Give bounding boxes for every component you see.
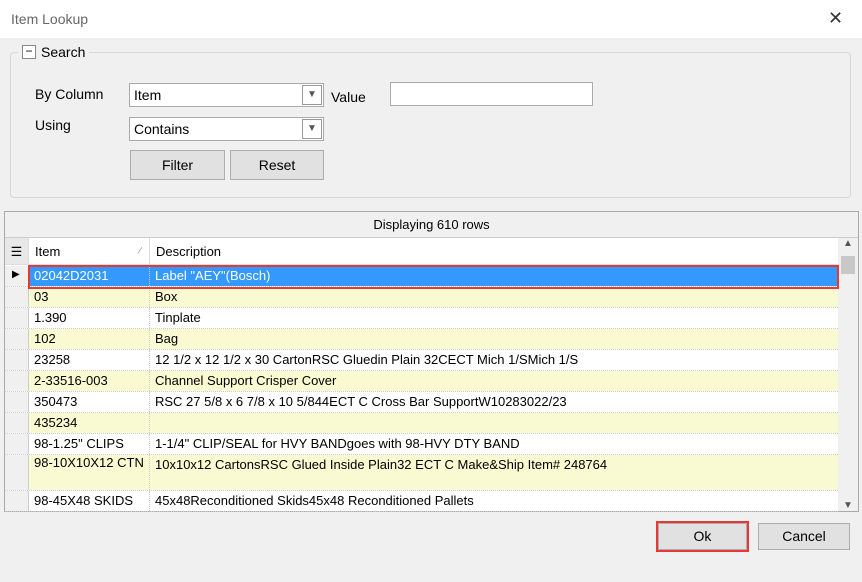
- table-row[interactable]: 350473 RSC 27 5/8 x 6 7/8 x 10 5/844ECT C…: [5, 392, 838, 413]
- item-cell: 98-1.25" CLIPS: [29, 434, 150, 454]
- description-cell: RSC 27 5/8 x 6 7/8 x 10 5/844ECT C Cross…: [155, 394, 567, 409]
- row-selector[interactable]: [5, 329, 29, 349]
- row-selector[interactable]: ▶: [5, 266, 29, 286]
- item-cell: 102: [29, 329, 150, 349]
- description-cell: Bag: [150, 329, 838, 349]
- table-row[interactable]: 1.390 Tinplate: [5, 308, 838, 329]
- description-cell: 10x10x12 CartonsRSC Glued Inside Plain32…: [150, 455, 838, 490]
- item-cell: 350473: [29, 392, 150, 412]
- search-group-header: − Search: [18, 44, 90, 60]
- row-selector[interactable]: [5, 455, 29, 490]
- selected-row-highlight: [28, 265, 839, 289]
- using-select[interactable]: Contains ▼: [129, 117, 324, 141]
- scroll-up-icon[interactable]: ▲: [838, 238, 858, 256]
- results-grid: Displaying 610 rows ☰ Item ⁄ Description …: [4, 211, 859, 512]
- table-row[interactable]: 03 Box: [5, 287, 838, 308]
- description-cell: 1-1/4" CLIP/SEAL for HVY BANDgoes with 9…: [155, 436, 520, 451]
- scroll-down-icon[interactable]: ▼: [838, 500, 858, 511]
- column-headers: ☰ Item ⁄ Description: [5, 238, 838, 265]
- item-cell: 435234: [29, 413, 150, 433]
- grid-status: Displaying 610 rows: [5, 212, 858, 238]
- close-icon[interactable]: ✕: [828, 8, 843, 29]
- table-row[interactable]: 98-45X48 SKIDS 45x48Reconditioned Skids45…: [5, 491, 838, 512]
- item-cell: 2-33516-003: [29, 371, 150, 391]
- row-selector[interactable]: [5, 371, 29, 391]
- column-label: Item: [35, 244, 61, 259]
- column-header-description[interactable]: Description: [150, 238, 838, 264]
- row-selector[interactable]: [5, 413, 29, 433]
- table-row[interactable]: 435234: [5, 413, 838, 434]
- current-row-icon: ▶: [12, 269, 20, 280]
- table-row[interactable]: 98-10X10X12 CTN 10x10x12 CartonsRSC Glued…: [5, 455, 838, 491]
- description-cell: 12 1/2 x 12 1/2 x 30 CartonRSC Gluedin P…: [155, 352, 579, 367]
- item-cell: 98-45X48 SKIDS: [29, 491, 150, 511]
- description-cell: 45x48Reconditioned Skids45x48 Reconditio…: [155, 493, 474, 508]
- filter-button[interactable]: Filter: [130, 150, 225, 180]
- using-value: Contains: [134, 121, 190, 137]
- column-header-item[interactable]: Item ⁄: [29, 238, 150, 264]
- item-cell: 98-10X10X12 CTN: [29, 455, 150, 490]
- description-cell: Tinplate: [155, 310, 201, 325]
- scroll-thumb[interactable]: [841, 256, 855, 274]
- item-cell: 1.390: [29, 308, 150, 328]
- grid-rows: ▶ 02042D2031 Label "AEY"(Bosch) 03 Box 1.390 T…: [5, 266, 838, 512]
- reset-button[interactable]: Reset: [230, 150, 324, 180]
- row-selector[interactable]: [5, 308, 29, 328]
- ok-button[interactable]: Ok: [656, 521, 749, 552]
- row-selector[interactable]: [5, 287, 29, 307]
- description-cell: Channel Support Crisper Cover: [150, 371, 838, 391]
- chevron-down-icon[interactable]: ▼: [302, 85, 322, 105]
- row-selector[interactable]: [5, 392, 29, 412]
- description-cell: Box: [150, 287, 838, 307]
- row-selector[interactable]: [5, 491, 29, 511]
- item-cell: 03: [29, 287, 150, 307]
- table-row[interactable]: 2-33516-003 Channel Support Crisper Cover: [5, 371, 838, 392]
- using-label: Using: [35, 117, 71, 133]
- by-column-label: By Column: [35, 86, 104, 102]
- table-row[interactable]: 102 Bag: [5, 329, 838, 350]
- cancel-button[interactable]: Cancel: [758, 523, 850, 550]
- search-group-label: Search: [41, 44, 86, 60]
- vertical-scrollbar[interactable]: ▲ ▼: [838, 238, 858, 511]
- value-label: Value: [331, 89, 366, 105]
- sort-icon: ⁄: [139, 246, 141, 257]
- row-selector[interactable]: [5, 350, 29, 370]
- table-row[interactable]: 98-1.25" CLIPS 1-1/4" CLIP/SEAL for HVY B…: [5, 434, 838, 455]
- item-cell: 23258: [29, 350, 150, 370]
- column-chooser-icon[interactable]: ☰: [5, 238, 29, 264]
- row-selector[interactable]: [5, 434, 29, 454]
- collapse-icon[interactable]: −: [22, 45, 36, 59]
- value-input[interactable]: [390, 82, 593, 106]
- table-row[interactable]: 23258 12 1/2 x 12 1/2 x 30 CartonRSC Glue…: [5, 350, 838, 371]
- title-bar: [0, 0, 862, 38]
- window-title: Item Lookup: [11, 11, 89, 27]
- description-cell: [150, 413, 838, 433]
- by-column-value: Item: [134, 87, 162, 103]
- by-column-select[interactable]: Item ▼: [129, 83, 324, 107]
- chevron-down-icon[interactable]: ▼: [302, 119, 322, 139]
